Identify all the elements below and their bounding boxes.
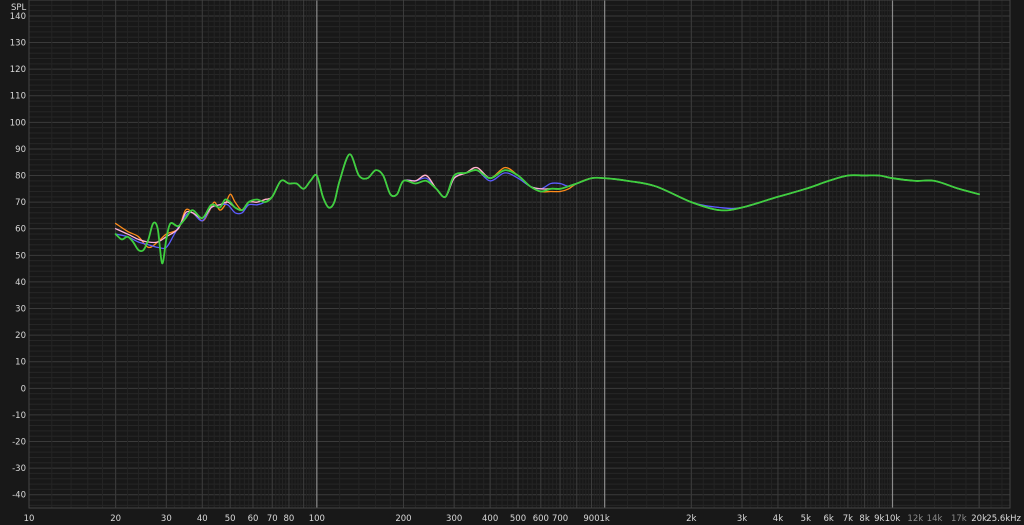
x-tick-label: 30 [161, 514, 172, 524]
x-tick-label: 3k [737, 514, 747, 524]
x-tick-label: 17k [951, 514, 967, 524]
y-tick-label: 140 [10, 12, 26, 22]
x-tick-label: 12k [907, 514, 923, 524]
x-tick-label: 10 [24, 514, 35, 524]
x-tick-label: 700 [552, 514, 568, 524]
x-tick-label: 20k [971, 514, 987, 524]
x-tick-label: 4k [773, 514, 783, 524]
x-tick-label: 300 [446, 514, 462, 524]
y-tick-label: -20 [12, 438, 26, 448]
x-tick-label: 6k [823, 514, 833, 524]
frequency-response-chart: 1401301201101009080706050403020100-10-20… [0, 0, 1024, 525]
y-tick-label: 10 [15, 358, 26, 368]
y-tick-label: -40 [12, 491, 26, 501]
x-tick-label: 2k [686, 514, 696, 524]
x-tick-label: 1k [599, 514, 609, 524]
x-tick-label: 9k [874, 514, 884, 524]
x-tick-label: 500 [510, 514, 526, 524]
x-tick-label: 600 [533, 514, 549, 524]
x-tick-label: 200 [395, 514, 411, 524]
x-tick-label: 50 [225, 514, 236, 524]
y-tick-label: 110 [10, 92, 26, 102]
y-tick-label: 100 [10, 118, 26, 128]
x-tick-label: 5k [801, 514, 811, 524]
x-axis-unit-label: 25.6kHz [986, 514, 1021, 524]
x-tick-label: 70 [267, 514, 278, 524]
x-tick-label: 400 [482, 514, 498, 524]
y-tick-label: 70 [15, 198, 26, 208]
x-tick-label: 60 [248, 514, 259, 524]
y-tick-label: -30 [12, 464, 26, 474]
x-tick-label: 100 [309, 514, 325, 524]
y-tick-label: 120 [10, 65, 26, 75]
y-tick-label: 60 [15, 225, 26, 235]
x-tick-label: 14k [927, 514, 943, 524]
y-tick-label: 0 [21, 384, 26, 394]
x-tick-label: 40 [197, 514, 208, 524]
y-tick-label: 40 [15, 278, 26, 288]
y-tick-label: 20 [15, 331, 26, 341]
y-tick-label: 50 [15, 251, 26, 261]
x-tick-label: 20 [110, 514, 121, 524]
y-tick-label: 30 [15, 305, 26, 315]
x-tick-label: 80 [284, 514, 295, 524]
y-tick-label: 90 [15, 145, 26, 155]
x-tick-label: 900 [583, 514, 599, 524]
y-axis-label: SPL [11, 3, 27, 13]
y-tick-label: 130 [10, 39, 26, 49]
x-tick-label: 10k [885, 514, 901, 524]
x-tick-label: 8k [859, 514, 869, 524]
y-tick-label: -10 [12, 411, 26, 421]
y-tick-label: 80 [15, 172, 26, 182]
x-tick-label: 7k [843, 514, 853, 524]
